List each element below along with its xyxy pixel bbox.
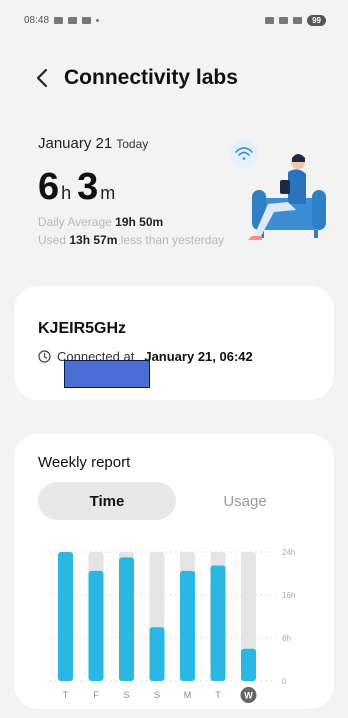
connected-time: January 21, 06:42 <box>144 349 253 364</box>
wifi-bubble <box>230 140 258 168</box>
bar <box>88 570 104 681</box>
y-tick-label: 24h <box>282 548 295 557</box>
header: Connectivity labs <box>0 58 348 98</box>
tab-usage[interactable]: Usage <box>176 482 314 520</box>
bar <box>119 557 134 681</box>
sofa-arm <box>312 190 326 230</box>
weekly-report-card: Weekly report Time Usage 24h 16h 8h 0 T F S S M T… <box>14 434 334 709</box>
back-arrow-icon <box>36 68 48 88</box>
tab-time[interactable]: Time <box>38 482 176 520</box>
status-time: 08:48 <box>24 14 50 26</box>
x-tick-label: T <box>63 690 69 700</box>
x-tick-label: S <box>123 690 129 700</box>
daily-average-label: Daily Average <box>38 215 112 229</box>
x-tick-label: F <box>93 690 99 700</box>
notification-icon <box>54 16 64 24</box>
report-type-toggle: Time Usage <box>38 482 314 520</box>
date-text: January 21 <box>38 135 113 152</box>
person-body <box>288 169 306 204</box>
wifi-status-icon <box>279 16 289 24</box>
bar <box>149 627 165 681</box>
link-icon <box>265 16 275 24</box>
y-tick-label: 0 <box>282 677 287 686</box>
phone-in-hand <box>280 180 290 194</box>
bar <box>58 552 73 681</box>
daily-average-value: 19h 50m <box>115 215 164 229</box>
page-title: Connectivity labs <box>64 66 238 89</box>
minutes-value: 3 <box>77 166 98 208</box>
notification-icon <box>82 16 92 24</box>
x-tick-label: W <box>244 691 253 701</box>
network-name: KJEIR5GHz <box>38 320 127 337</box>
used-label: Used <box>38 233 67 247</box>
today-label: Today <box>116 137 149 151</box>
weekly-bar-chart: 24h 16h 8h 0 T F S S M T W <box>50 548 295 703</box>
person-on-sofa-illustration <box>230 140 326 240</box>
notification-icon <box>68 16 78 24</box>
used-value: 13h 57m <box>69 233 118 247</box>
hours-value: 6 <box>38 166 59 208</box>
weekly-report-title: Weekly report <box>38 454 131 471</box>
person-hair <box>292 154 305 162</box>
x-tick-label: S <box>154 690 160 700</box>
minutes-unit: m <box>100 183 116 203</box>
network-card[interactable]: KJEIR5GHz Connected at January 21, 06:42 <box>14 286 334 400</box>
hours-unit: h <box>61 183 72 203</box>
y-tick-label: 8h <box>282 634 291 643</box>
battery-indicator: 99 <box>307 14 326 26</box>
clock-icon <box>38 350 51 363</box>
signal-icon <box>293 16 303 24</box>
y-tick-label: 16h <box>282 591 295 600</box>
sofa-leg <box>314 230 318 238</box>
status-right: 99 <box>265 14 326 26</box>
status-bar: 08:48 99 <box>0 0 348 40</box>
redaction-box <box>64 360 150 388</box>
back-button[interactable] <box>24 60 60 96</box>
bar <box>210 565 226 681</box>
bar <box>180 570 195 681</box>
more-notifications-icon <box>96 18 100 22</box>
person-shoe <box>248 236 262 240</box>
x-tick-label: T <box>215 690 221 700</box>
status-left: 08:48 <box>24 14 100 26</box>
used-suffix: less than yesterday <box>120 233 225 247</box>
x-tick-label: M <box>184 690 192 700</box>
bar <box>241 648 256 681</box>
